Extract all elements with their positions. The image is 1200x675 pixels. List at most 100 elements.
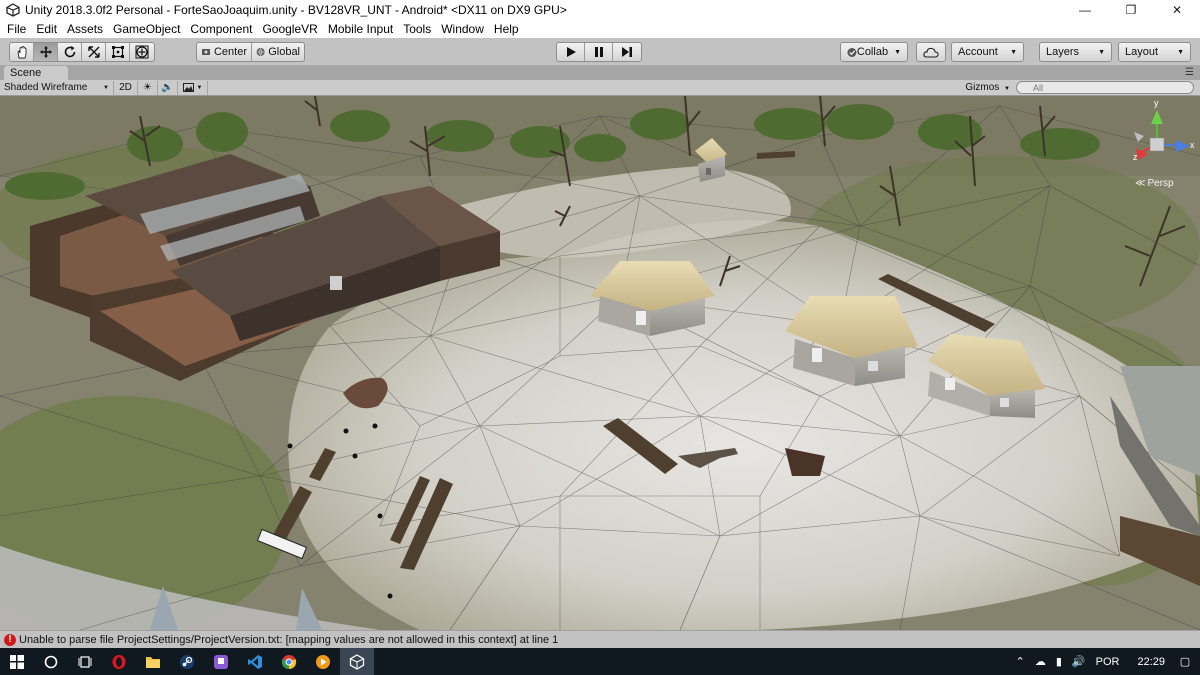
menu-help[interactable]: Help bbox=[489, 20, 524, 38]
window-title: Unity 2018.3.0f2 Personal - ForteSaoJoaq… bbox=[25, 3, 567, 17]
lighting-toggle[interactable]: ☀ bbox=[138, 80, 158, 95]
scene-tab-bar: Scene ☰ bbox=[0, 66, 1200, 80]
layout-label: Layout bbox=[1125, 46, 1159, 58]
cortana-icon bbox=[44, 655, 58, 668]
menu-tools[interactable]: Tools bbox=[398, 20, 436, 38]
account-label: Account bbox=[958, 46, 998, 58]
pause-icon bbox=[594, 47, 603, 57]
effects-dropdown[interactable]: ▼ bbox=[178, 80, 208, 95]
menu-file[interactable]: File bbox=[2, 20, 31, 38]
close-icon: ✕ bbox=[1171, 3, 1183, 17]
chevron-down-icon: ▼ bbox=[1098, 48, 1105, 56]
hand-tool-button[interactable] bbox=[10, 43, 34, 61]
notification-center-icon[interactable]: ▢ bbox=[1170, 648, 1200, 675]
chevron-down-icon: ▼ bbox=[1177, 48, 1184, 56]
close-button[interactable]: ✕ bbox=[1154, 0, 1200, 20]
collab-label: Collab bbox=[856, 46, 889, 58]
step-button[interactable] bbox=[613, 43, 641, 61]
media-player-icon bbox=[316, 654, 330, 669]
pivot-global-toggle[interactable]: Global bbox=[252, 43, 304, 61]
media-player-button[interactable] bbox=[306, 648, 340, 675]
console-status-bar[interactable]: ! Unable to parse file ProjectSettings/P… bbox=[0, 630, 1200, 648]
speaker-icon: 🔈 bbox=[161, 82, 174, 93]
network-icon[interactable]: ▮ bbox=[1051, 655, 1067, 668]
rect-tool-icon bbox=[111, 46, 124, 58]
status-message: Unable to parse file ProjectSettings/Pro… bbox=[19, 633, 559, 646]
menu-googlevr[interactable]: GoogleVR bbox=[257, 20, 322, 38]
menu-mobile-input[interactable]: Mobile Input bbox=[323, 20, 398, 38]
panel-menu-icon[interactable]: ☰ bbox=[1185, 66, 1194, 80]
chevron-down-icon: ▼ bbox=[103, 84, 109, 91]
projection-toggle[interactable]: ≪ Persp bbox=[1135, 178, 1174, 189]
menu-component[interactable]: Component bbox=[185, 20, 257, 38]
scale-tool-button[interactable] bbox=[82, 43, 106, 61]
windows-taskbar: ⌃ ☁ ▮ 🔊 POR 22:29 ▢ bbox=[0, 648, 1200, 675]
twitch-button[interactable] bbox=[204, 648, 238, 675]
main-toolbar: Center Global Collab ▼ Account ▼ Layers … bbox=[0, 38, 1200, 66]
play-button[interactable] bbox=[557, 43, 585, 61]
scene-search-input[interactable] bbox=[1016, 81, 1194, 94]
unity-taskbar-icon bbox=[349, 653, 365, 670]
transform-tool-icon bbox=[135, 45, 149, 59]
minimize-button[interactable]: — bbox=[1062, 0, 1108, 20]
toggle-2d-button[interactable]: 2D bbox=[114, 80, 138, 95]
gizmo-x-label: x bbox=[1190, 140, 1195, 150]
chrome-icon bbox=[281, 654, 297, 669]
image-icon bbox=[182, 83, 194, 92]
rect-tool-button[interactable] bbox=[106, 43, 130, 61]
step-icon bbox=[622, 47, 632, 57]
language-indicator[interactable]: POR bbox=[1091, 656, 1125, 668]
menu-gameobject[interactable]: GameObject bbox=[108, 20, 185, 38]
system-tray: ⌃ ☁ ▮ 🔊 POR 22:29 ▢ bbox=[1011, 648, 1200, 675]
rotate-tool-icon bbox=[64, 46, 75, 58]
tab-scene[interactable]: Scene bbox=[4, 66, 68, 80]
vscode-icon bbox=[248, 654, 262, 669]
scene-viewport[interactable]: y x z ≪ Persp bbox=[0, 96, 1200, 630]
menu-assets[interactable]: Assets bbox=[62, 20, 108, 38]
pause-button[interactable] bbox=[585, 43, 613, 61]
gizmo-y-label: y bbox=[1154, 98, 1159, 108]
audio-toggle[interactable]: 🔈 bbox=[158, 80, 178, 95]
tray-overflow-icon[interactable]: ⌃ bbox=[1011, 655, 1030, 668]
layout-dropdown[interactable]: Layout ▼ bbox=[1118, 42, 1191, 62]
folder-icon bbox=[146, 656, 160, 668]
account-dropdown[interactable]: Account ▼ bbox=[951, 42, 1024, 62]
scale-tool-icon bbox=[87, 46, 100, 58]
windows-logo-icon bbox=[10, 654, 24, 669]
unity-taskbar-button[interactable] bbox=[340, 648, 374, 675]
cloud-icon bbox=[923, 47, 939, 58]
twitch-icon bbox=[214, 654, 228, 669]
steam-button[interactable] bbox=[170, 648, 204, 675]
transform-tool-button[interactable] bbox=[130, 43, 154, 61]
steam-icon bbox=[180, 654, 194, 669]
task-view-button[interactable] bbox=[68, 648, 102, 675]
move-tool-button[interactable] bbox=[34, 43, 58, 61]
shading-mode-dropdown[interactable]: Shaded Wireframe ▼ bbox=[0, 80, 114, 95]
menu-bar: File Edit Assets GameObject Component Go… bbox=[0, 20, 1200, 38]
play-icon bbox=[566, 47, 576, 57]
collab-dropdown[interactable]: Collab ▼ bbox=[840, 42, 908, 62]
menu-edit[interactable]: Edit bbox=[31, 20, 62, 38]
globe-icon bbox=[256, 48, 265, 56]
vscode-button[interactable] bbox=[238, 648, 272, 675]
gizmos-label: Gizmos bbox=[965, 82, 1000, 93]
pivot-center-toggle[interactable]: Center bbox=[197, 43, 252, 61]
chevron-down-icon: ▼ bbox=[196, 84, 203, 91]
opera-button[interactable] bbox=[102, 648, 136, 675]
chrome-button[interactable] bbox=[272, 648, 306, 675]
menu-window[interactable]: Window bbox=[436, 20, 489, 38]
restore-button[interactable]: ❐ bbox=[1108, 0, 1154, 20]
start-button[interactable] bbox=[0, 648, 34, 675]
file-explorer-button[interactable] bbox=[136, 648, 170, 675]
restore-icon: ❐ bbox=[1125, 3, 1137, 17]
cortana-button[interactable] bbox=[34, 648, 68, 675]
hand-tool-icon bbox=[17, 45, 26, 59]
gizmos-dropdown[interactable]: Gizmos ▼ bbox=[965, 81, 1010, 96]
cloud-services-button[interactable] bbox=[916, 42, 946, 62]
layers-dropdown[interactable]: Layers ▼ bbox=[1039, 42, 1112, 62]
rotate-tool-button[interactable] bbox=[58, 43, 82, 61]
onedrive-icon[interactable]: ☁ bbox=[1030, 655, 1051, 668]
clock[interactable]: 22:29 bbox=[1132, 656, 1170, 668]
volume-icon[interactable]: 🔊 bbox=[1067, 655, 1091, 668]
play-controls bbox=[556, 42, 642, 62]
